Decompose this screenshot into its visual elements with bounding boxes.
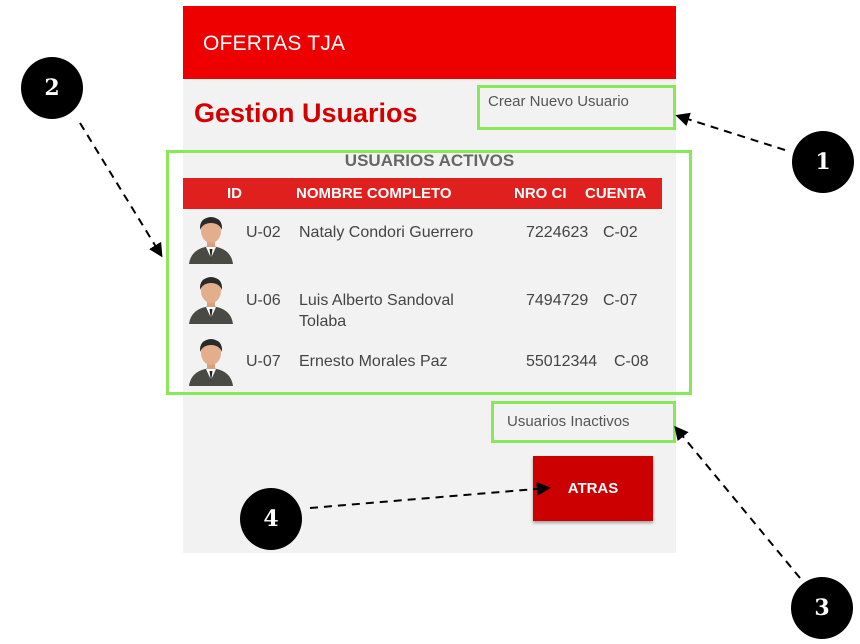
annotation-badge-4: 4 [240,488,302,550]
annotation-badge-2: 2 [21,57,83,119]
arrow-3 [674,425,801,579]
arrow-2 [79,122,163,258]
annotation-arrows [79,112,801,579]
annotation-badge-3: 3 [791,577,853,639]
arrow-1 [675,112,786,151]
annotation-badge-1: 1 [792,131,854,193]
arrow-4 [309,481,551,509]
